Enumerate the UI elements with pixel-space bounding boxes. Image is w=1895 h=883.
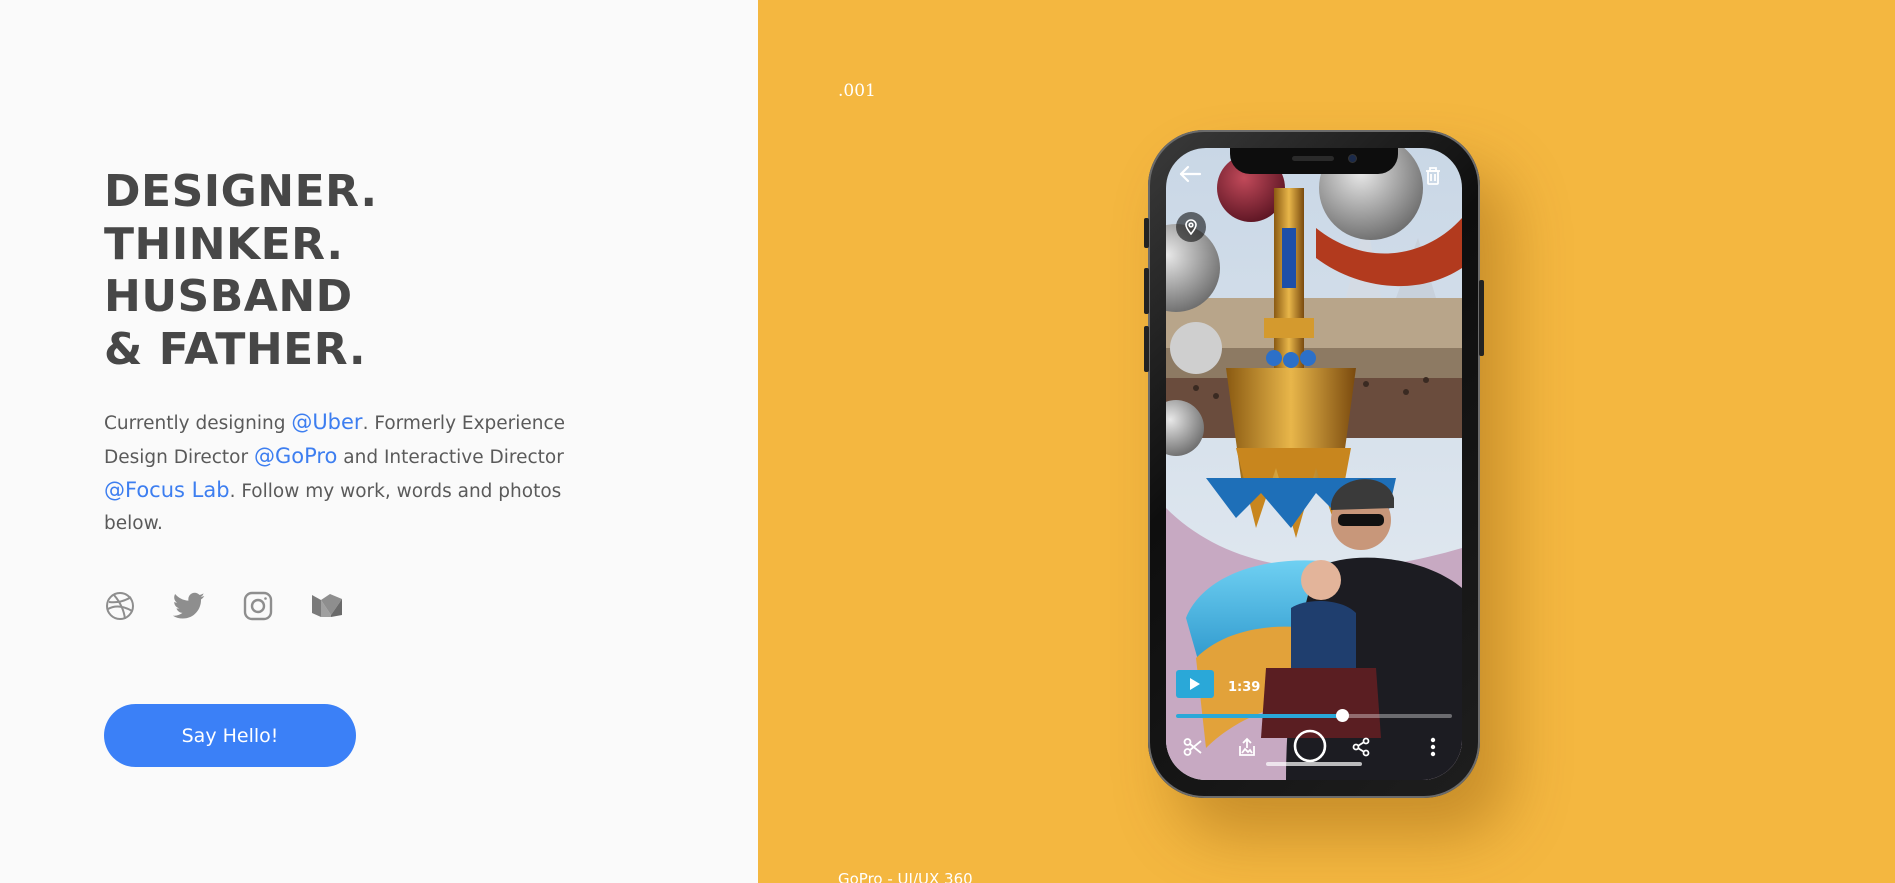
export-icon[interactable] — [1232, 732, 1262, 762]
headline-line-3: HUSBAND — [104, 271, 353, 322]
intro-panel: DESIGNER. THINKER. HUSBAND & FATHER. Cur… — [0, 0, 758, 883]
play-button[interactable] — [1176, 670, 1214, 698]
twitter-icon[interactable] — [173, 590, 205, 622]
scissors-icon[interactable] — [1178, 732, 1208, 762]
back-arrow-icon[interactable] — [1178, 164, 1202, 189]
social-links — [104, 590, 343, 622]
focuslab-link[interactable]: @Focus Lab — [104, 478, 230, 502]
headline-line-2: THINKER. — [104, 218, 344, 270]
capture-ring-icon[interactable] — [1290, 726, 1330, 766]
share-icon[interactable] — [1346, 732, 1376, 762]
bio-paragraph: Currently designing @Uber. Formerly Expe… — [104, 406, 574, 540]
project-index: .001 — [838, 81, 876, 101]
phone-notch — [1230, 148, 1398, 174]
instagram-icon[interactable] — [242, 590, 274, 622]
hero-headline: DESIGNER. THINKER. HUSBAND & FATHER. — [104, 166, 604, 376]
more-options-icon[interactable] — [1418, 732, 1448, 762]
scrubber-handle[interactable] — [1335, 709, 1349, 722]
phone-mockup: 1:39 — [1144, 130, 1484, 798]
project-caption: GoPro - UI/UX 360 — [838, 870, 973, 883]
gopro-link[interactable]: @GoPro — [254, 444, 337, 468]
home-indicator — [1266, 762, 1362, 766]
medium-icon[interactable] — [311, 590, 343, 622]
phone-screen: 1:39 — [1166, 148, 1462, 780]
video-timestamp: 1:39 — [1228, 680, 1261, 695]
project-showcase-panel: .001 1:39 GoPro - UI/UX 360 — [758, 0, 1895, 883]
trash-icon[interactable] — [1424, 166, 1442, 191]
bio-text-3: and Interactive Director — [337, 447, 564, 468]
headline-line-1: DESIGNER. — [104, 166, 378, 217]
video-scrubber[interactable] — [1176, 709, 1452, 722]
scrubber-progress — [1176, 714, 1342, 718]
play-icon — [1190, 678, 1200, 690]
uber-link[interactable]: @Uber — [291, 410, 362, 434]
headline-line-4: & FATHER. — [104, 323, 367, 375]
location-pin-icon[interactable] — [1176, 212, 1206, 242]
bio-text-1: Currently designing — [104, 413, 292, 434]
dribbble-icon[interactable] — [104, 590, 136, 622]
say-hello-button[interactable]: Say Hello! — [104, 704, 356, 767]
